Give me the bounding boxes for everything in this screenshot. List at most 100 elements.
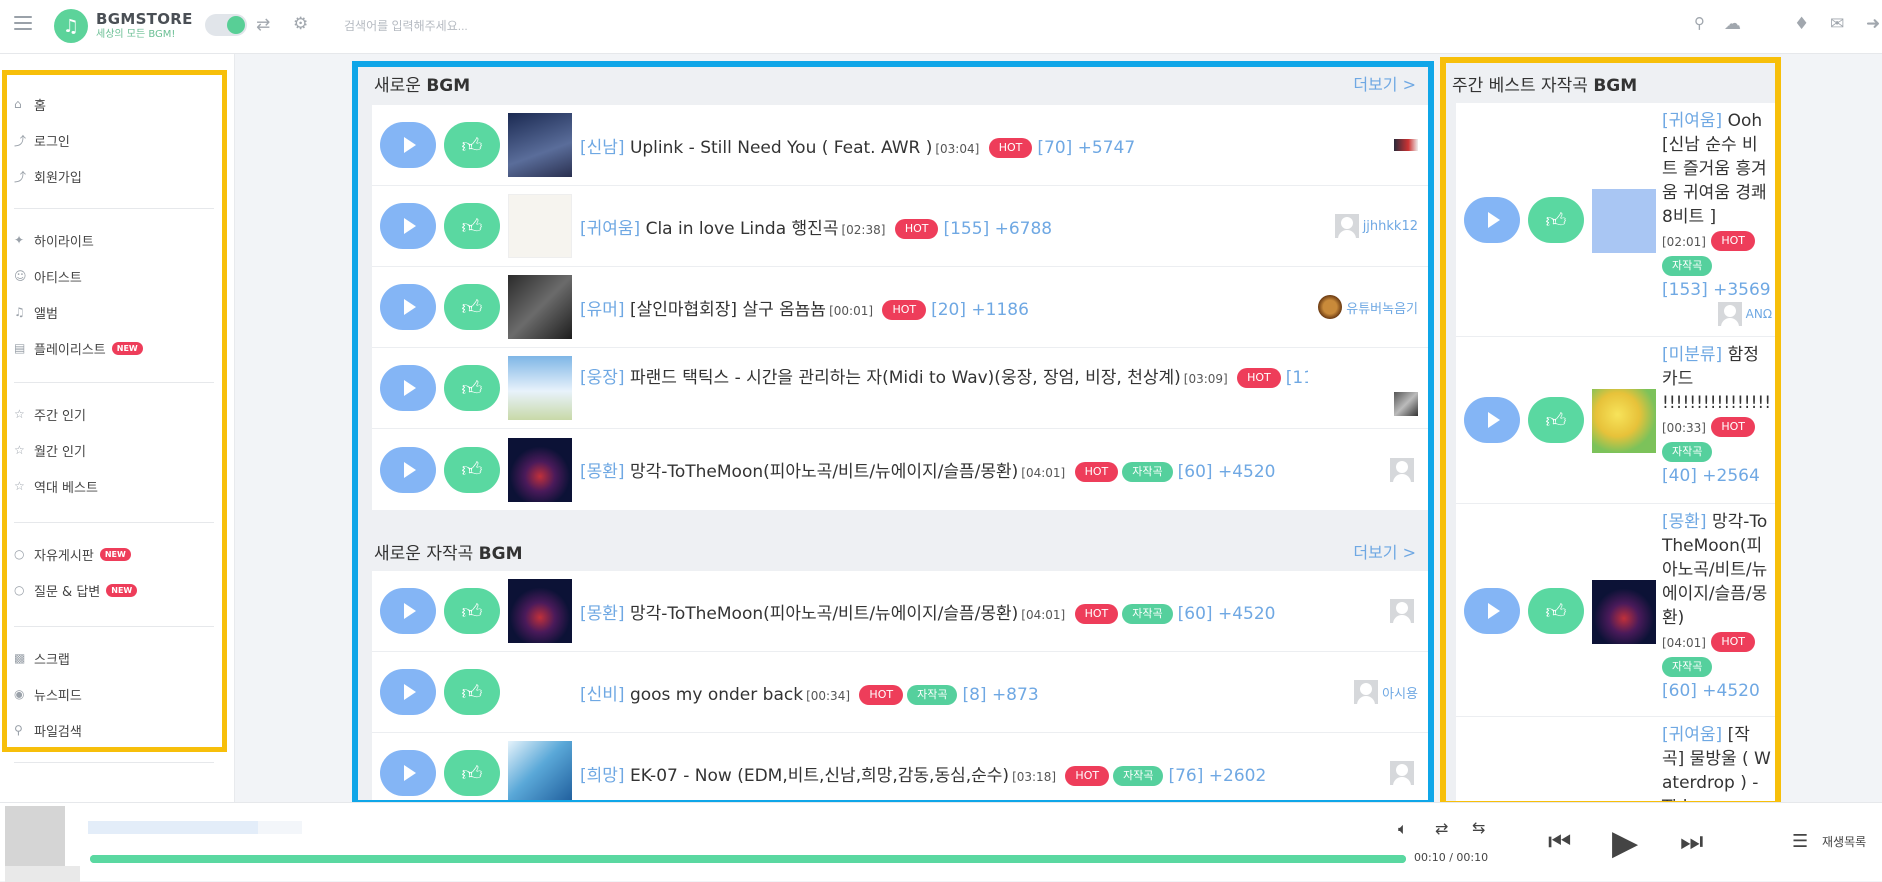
hot-badge: HOT xyxy=(859,684,904,705)
play-button[interactable] xyxy=(1464,588,1520,634)
track-info[interactable]: [웅장] 파랜드 택틱스 - 시간을 관리하는 자(Midi to Wav)(웅… xyxy=(580,363,1308,388)
logout-icon[interactable]: ➜ xyxy=(1866,14,1880,34)
like-button[interactable]: 👍︎ xyxy=(1528,197,1584,243)
play-button[interactable] xyxy=(380,669,436,715)
like-button[interactable]: 👍︎ xyxy=(444,365,500,411)
play-button[interactable] xyxy=(1464,397,1520,443)
uploader[interactable] xyxy=(1390,599,1418,623)
repeat-icon[interactable]: ⇆ xyxy=(1472,818,1485,837)
sidebar-item-artist[interactable]: ☺ 아티스트 xyxy=(14,258,214,294)
uploader[interactable]: jjhhkk12 xyxy=(1334,214,1418,238)
sidebar-item-scrap[interactable]: ▩ 스크랩 xyxy=(14,640,214,676)
sidebar-item-newsfeed[interactable]: ◉ 뉴스피드 xyxy=(14,676,214,712)
more-link[interactable]: 더보기 > xyxy=(1353,71,1416,95)
site-logo[interactable]: ♫ BGMSTORE 세상의 모든 BGM! xyxy=(54,9,193,43)
sidebar-item-highlight[interactable]: ✦ 하이라이트 xyxy=(14,222,214,258)
mail-icon[interactable]: ✉ xyxy=(1830,14,1844,34)
album-thumbnail[interactable] xyxy=(1592,580,1656,644)
like-button[interactable]: 👍︎ xyxy=(444,122,500,168)
now-playing-title-placeholder xyxy=(88,821,258,834)
track-info[interactable]: [몽환] 망각-ToTheMoon(피아노곡/비트/뉴에이지/슬픔/몽환) [04… xyxy=(580,457,1308,482)
list-item: 👍︎ [몽환] 망각-ToTheMoon(피아노곡/비트/뉴에이지/슬픔/몽환)… xyxy=(372,571,1428,652)
sidebar-item-all-time[interactable]: ☆ 역대 베스트 xyxy=(14,468,214,504)
sidebar-item-file-search[interactable]: ⚲ 파일검색 xyxy=(14,712,214,748)
uploader[interactable]: 아시용 xyxy=(1354,680,1418,704)
track-info[interactable]: [귀여움] [작곡] 물방울 ( Waterdrop ) - Tido xyxy=(1662,723,1772,801)
like-button[interactable]: 👍︎ xyxy=(444,750,500,796)
sidebar-item-playlist[interactable]: ▤ 플레이리스트 NEW xyxy=(14,330,214,366)
play-button[interactable] xyxy=(380,284,436,330)
play-button[interactable] xyxy=(380,203,436,249)
shuffle-icon[interactable]: ⇄ xyxy=(1435,819,1448,838)
album-thumbnail[interactable] xyxy=(1592,389,1656,453)
sidebar-item-home[interactable]: ⌂ 홈 xyxy=(14,86,214,122)
like-button[interactable]: 👍︎ xyxy=(1528,397,1584,443)
sidebar-item-album[interactable]: ♫ 앨범 xyxy=(14,294,214,330)
play-button[interactable] xyxy=(1464,197,1520,243)
sidebar-item-label: 역대 베스트 xyxy=(34,480,98,496)
volume-icon[interactable]: 🔈︎ xyxy=(1398,819,1408,839)
play-button[interactable] xyxy=(380,446,436,493)
play-button[interactable] xyxy=(380,365,436,411)
playlist-label[interactable]: 재생목록 xyxy=(1822,833,1866,850)
now-playing-cover[interactable] xyxy=(5,806,65,866)
album-thumbnail[interactable] xyxy=(508,579,572,643)
like-button[interactable]: 👍︎ xyxy=(444,284,500,330)
more-link[interactable]: 더보기 > xyxy=(1353,539,1416,563)
track-info[interactable]: [몽환] 망각-ToTheMoon(피아노곡/비트/뉴에이지/슬픔/몽환) [04… xyxy=(580,599,1308,624)
album-thumbnail[interactable] xyxy=(508,275,572,339)
progress-bar[interactable] xyxy=(90,855,1406,863)
album-thumbnail[interactable] xyxy=(508,113,572,177)
track-info[interactable]: [몽환] 망각-ToTheMoon(피아노곡/비트/뉴에이지/슬픔/몽환) [04… xyxy=(1662,510,1772,703)
avatar xyxy=(1390,761,1414,785)
album-thumbnail[interactable] xyxy=(508,741,572,800)
composition-badge: 자작곡 xyxy=(1662,256,1713,276)
like-button[interactable]: 👍︎ xyxy=(444,203,500,249)
sidebar-item-monthly[interactable]: ☆ 월간 인기 xyxy=(14,432,214,468)
track-info[interactable]: [미분류] 함정카드 !!!!!!!!!!!!!!!! [00:33] HOT 자작… xyxy=(1662,343,1772,488)
composition-badge: 자작곡 xyxy=(1122,462,1173,482)
divider xyxy=(14,626,214,627)
like-button[interactable]: 👍︎ xyxy=(1528,588,1584,634)
uploader[interactable] xyxy=(1390,761,1418,785)
sidebar-item-weekly[interactable]: ☆ 주간 인기 xyxy=(14,396,214,432)
theme-toggle[interactable] xyxy=(205,14,247,36)
album-thumbnail[interactable] xyxy=(508,437,572,502)
next-track-icon[interactable]: ⏭︎ xyxy=(1680,827,1703,858)
track-info[interactable]: [희망] EK-07 - Now (EDM,비트,신남,희망,감동,동심,순수)… xyxy=(580,761,1308,786)
play-button[interactable] xyxy=(380,122,436,168)
sidebar-item-qna[interactable]: ○ 질문 & 답변 NEW xyxy=(14,572,214,608)
like-button[interactable]: 👍︎ xyxy=(444,669,500,715)
track-info[interactable]: [신남] Uplink - Still Need You ( Feat. AWR… xyxy=(580,133,1308,158)
sidebar-item-signup[interactable]: ⤴ 회원가입 xyxy=(14,158,214,194)
gear-icon[interactable]: ⚙ xyxy=(293,14,308,34)
sidebar-item-login[interactable]: ⤴ 로그인 xyxy=(14,122,214,158)
play-icon[interactable]: ▶︎ xyxy=(1612,823,1638,863)
track-info[interactable]: [신비] goos my onder back [00:34] HOT 자작곡 [8]… xyxy=(580,680,1308,705)
sidebar-item-free-board[interactable]: ○ 자유게시판 NEW xyxy=(14,536,214,572)
track-info[interactable]: [유머] [살인마협회장] 살구 옴뇸뇸 [00:01] HOT [20] +118… xyxy=(580,295,1308,320)
shuffle-icon[interactable]: ⇄ xyxy=(256,15,270,35)
like-button[interactable]: 👍︎ xyxy=(444,588,500,634)
like-button[interactable]: 👍︎ xyxy=(444,446,500,493)
play-button[interactable] xyxy=(380,750,436,796)
album-thumbnail[interactable] xyxy=(508,356,572,420)
search-icon[interactable]: ⚲ xyxy=(1694,14,1705,32)
album-thumbnail[interactable] xyxy=(508,194,572,258)
menu-icon[interactable] xyxy=(14,16,32,30)
top-header: ♫ BGMSTORE 세상의 모든 BGM! ⇄ ⚙ ⚲ ☁ ♦ ✉ ➜ xyxy=(0,0,1882,54)
uploader[interactable] xyxy=(1394,392,1418,416)
uploader[interactable]: 유튜버녹음기 xyxy=(1318,295,1418,319)
play-button[interactable] xyxy=(380,588,436,634)
album-thumbnail[interactable] xyxy=(1592,189,1656,253)
cloud-upload-icon[interactable]: ☁ xyxy=(1724,14,1741,34)
search-input[interactable] xyxy=(344,12,1684,40)
track-info[interactable]: [귀여움] Ooh [신남 순수 비트 즐거움 흥겨움 귀여움 경쾌 8비트 ]… xyxy=(1662,109,1772,326)
star-icon: ☆ xyxy=(14,443,25,457)
uploader[interactable] xyxy=(1390,457,1418,482)
track-info[interactable]: [귀여움] Cla in love Linda 행진곡 [02:38] HOT [1… xyxy=(580,214,1308,239)
playlist-icon[interactable]: ☰ xyxy=(1792,831,1808,852)
previous-track-icon[interactable]: ⏮︎ xyxy=(1548,827,1571,858)
uploader[interactable] xyxy=(1394,139,1418,151)
bell-icon[interactable]: ♦ xyxy=(1794,14,1809,34)
